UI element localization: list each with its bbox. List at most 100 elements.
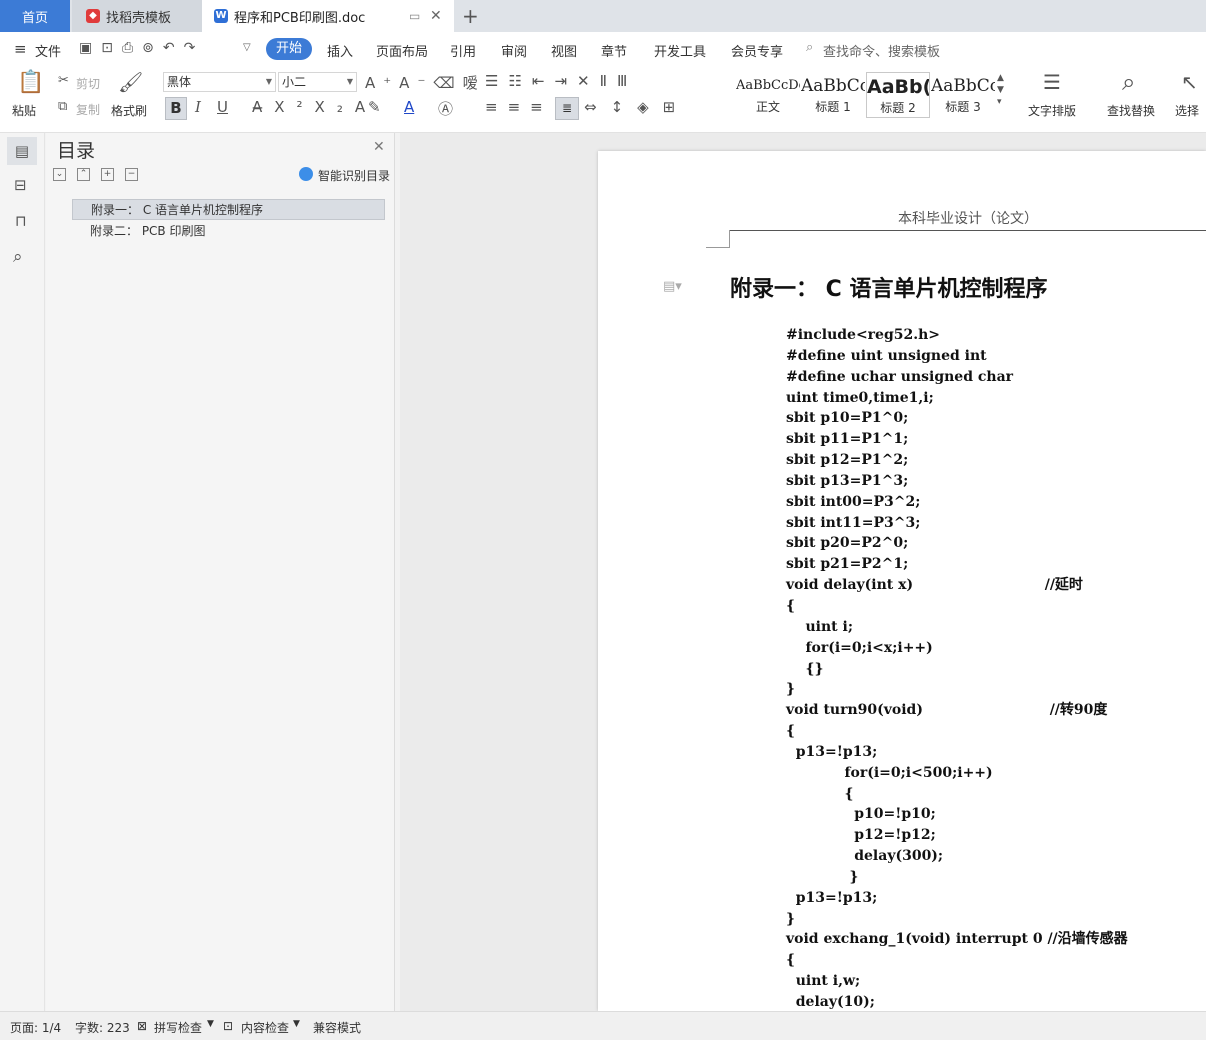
style-name: 标题 3 (945, 100, 981, 114)
smart-toc-button[interactable]: 智能识别目录 (318, 167, 390, 184)
style-name: 标题 2 (880, 101, 916, 115)
new-tab-icon[interactable]: + (462, 4, 479, 28)
text-layout-button[interactable]: 文字排版 (1028, 102, 1076, 119)
add-item-icon[interactable]: + (101, 168, 114, 181)
spell-check-icon: ⊠ (137, 1019, 148, 1033)
font-size-select[interactable]: 小二 ▼ (278, 72, 357, 92)
margin-mark (729, 230, 730, 248)
toc-item-appendix-2[interactable]: 附录二： PCB 印刷图 (72, 221, 385, 242)
menu-developer[interactable]: 开发工具 (654, 41, 706, 60)
chevron-down-icon: ▼ (293, 1019, 300, 1029)
tab-document[interactable]: W 程序和PCB印刷图.doc ▭ ✕ (202, 0, 454, 32)
style-name: 正文 (755, 100, 780, 114)
menu-file[interactable]: 文件 (35, 41, 61, 60)
content-check-icon: ⊡ (223, 1019, 234, 1033)
menu-references[interactable]: 引用 (450, 41, 476, 60)
find-replace-button[interactable]: 查找替换 (1107, 102, 1155, 119)
menu-page-layout[interactable]: 页面布局 (376, 41, 428, 60)
style-heading-1[interactable]: AaBbCc 标题 1 (801, 72, 865, 118)
font-grow-shrink-icons[interactable]: A⁺A⁻⌫嗳 (365, 72, 486, 93)
copy-button[interactable]: 复制 (76, 101, 100, 118)
code-listing: #include<reg52.h> #define uint unsigned … (786, 327, 1128, 1010)
style-sample: AaBb( (867, 76, 929, 98)
compat-mode: 兼容模式 (313, 1021, 362, 1035)
close-tab-icon[interactable]: ✕ (430, 8, 442, 24)
style-heading-2[interactable]: AaBb( 标题 2 (866, 72, 930, 118)
chapter-nav-icon[interactable]: ⊟ (14, 176, 27, 194)
tab-home[interactable]: 首页 (0, 0, 70, 32)
justify-button[interactable]: ≣ (555, 97, 579, 120)
paste-icon[interactable]: 📋 (17, 70, 44, 95)
bookmark-icon[interactable]: ⊓ (15, 212, 27, 230)
paste-button[interactable]: 粘贴 (12, 102, 36, 119)
format-painter-button[interactable]: 格式刷 (111, 102, 147, 119)
page-header: 本科毕业设计（论文） (898, 211, 1038, 227)
margin-mark (706, 247, 730, 248)
chevron-down-icon: ▼ (265, 77, 272, 86)
toc-item-appendix-1[interactable]: 附录一： C 语言单片机控制程序 (72, 199, 385, 220)
font-name-value: 黑体 (167, 75, 192, 89)
style-scroll-icon[interactable]: ▲ ▼ ▾ (997, 72, 1004, 108)
cut-button[interactable]: 剪切 (76, 75, 100, 92)
style-sample: AaBbCcDd (736, 78, 800, 93)
list-indent-icons[interactable]: ☰☷⇤⇥✕ⅡⅢ (485, 72, 637, 90)
style-sample: AaBbCc (801, 76, 865, 96)
paragraph-icons[interactable]: ⇔↕◈⊞ (584, 98, 689, 116)
smart-toc-icon (299, 167, 313, 181)
char-border-icon[interactable]: Ⓐ (438, 98, 453, 119)
search-icon: ⌕ (806, 40, 814, 55)
tab-template-label: 找稻壳模板 (106, 10, 172, 26)
close-icon[interactable]: ✕ (373, 139, 385, 155)
menu-start[interactable]: 开始 (266, 38, 312, 60)
chevron-down-icon: ▼ (346, 77, 353, 86)
cut-icon: ✂ (58, 73, 69, 88)
quick-access-icons[interactable]: ▣⊡⎙⊚↶↷ (79, 40, 204, 56)
paragraph-menu-icon[interactable]: ▤▾ (663, 279, 682, 294)
docer-logo-icon: ◆ (86, 9, 100, 23)
toc-panel-icon[interactable]: ▤ (7, 137, 37, 165)
remove-item-icon[interactable]: − (125, 168, 138, 181)
hamburger-icon[interactable]: ≡ (14, 40, 27, 58)
word-count[interactable]: 字数: 223 (75, 1019, 130, 1036)
cursor-icon: ↖ (1181, 70, 1198, 94)
font-color-icon[interactable]: A (404, 98, 414, 116)
style-name: 标题 1 (815, 100, 851, 114)
text-layout-icon: ☰ (1043, 70, 1061, 94)
alignment-icons[interactable]: ≡≡≡ (485, 98, 553, 116)
font-name-select[interactable]: 黑体 ▼ (163, 72, 276, 92)
document-heading: 附录一： C 语言单片机控制程序 (730, 277, 1048, 302)
italic-icon[interactable]: I (195, 98, 201, 116)
menu-member[interactable]: 会员专享 (731, 41, 783, 60)
tab-template[interactable]: ◆ 找稻壳模板 (72, 0, 202, 32)
command-search[interactable]: 查找命令、搜索模板 (823, 41, 940, 60)
select-button[interactable]: 选择 (1175, 102, 1199, 119)
menu-insert[interactable]: 插入 (327, 41, 353, 60)
menu-section[interactable]: 章节 (601, 41, 627, 60)
wps-writer-icon: W (214, 9, 228, 23)
toc-panel (46, 133, 395, 1011)
toc-title: 目录 (57, 140, 96, 162)
pin-icon[interactable]: ▭ (409, 9, 420, 23)
content-check-button[interactable]: 内容检查 (241, 1019, 289, 1036)
copy-icon: ⧉ (58, 99, 68, 114)
menu-view[interactable]: 视图 (551, 41, 577, 60)
expand-all-icon[interactable]: ⌄ (53, 168, 66, 181)
collapse-all-icon[interactable]: ⌃ (77, 168, 90, 181)
style-heading-3[interactable]: AaBbCcI 标题 3 (931, 72, 995, 118)
page-count[interactable]: 页面: 1/4 (10, 1019, 61, 1036)
tab-document-label: 程序和PCB印刷图.doc (234, 10, 366, 26)
highlight-icon[interactable]: ✎ (368, 98, 381, 116)
bold-button[interactable]: B (165, 97, 187, 120)
text-effects-icons[interactable]: A̶X²X₂A (252, 98, 377, 116)
tab-home-label: 首页 (21, 10, 48, 26)
font-size-value: 小二 (282, 75, 307, 89)
search-panel-icon[interactable]: ⌕ (13, 247, 23, 267)
chevron-down-icon: ▼ (207, 1019, 214, 1029)
spell-check-button[interactable]: 拼写检查 (154, 1019, 202, 1036)
underline-icon[interactable]: U (217, 98, 228, 116)
customize-icon[interactable]: ▽ (243, 42, 251, 53)
style-sample: AaBbCcI (931, 76, 995, 96)
format-painter-icon: 🖌 (118, 70, 144, 94)
style-normal[interactable]: AaBbCcDd 正文 (736, 72, 800, 118)
menu-review[interactable]: 审阅 (501, 41, 527, 60)
